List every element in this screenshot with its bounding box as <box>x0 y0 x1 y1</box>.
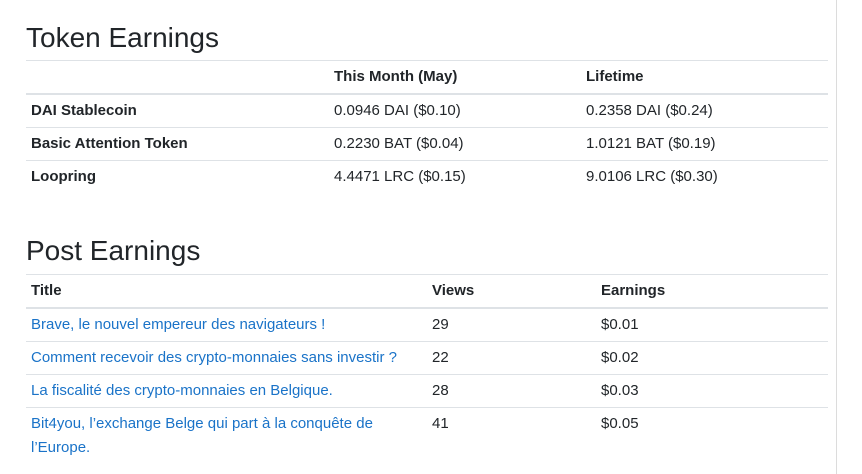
token-name: Basic Attention Token <box>26 127 329 161</box>
post-earnings: $0.03 <box>596 374 828 408</box>
month-earnings: 4.4471 LRC ($0.15) <box>329 160 581 193</box>
post-views: 28 <box>427 374 596 408</box>
post-title-cell: Brave, le nouvel empereur des navigateur… <box>26 308 427 342</box>
month-earnings: 0.0946 DAI ($0.10) <box>334 102 461 119</box>
post-link[interactable]: Brave, le nouvel empereur des navigateur… <box>31 316 325 333</box>
column-header-lifetime: Lifetime <box>581 60 828 95</box>
column-header-earnings: Earnings <box>596 274 828 309</box>
post-earnings: $0.02 <box>596 341 828 375</box>
post-earnings: $0.05 <box>596 407 828 464</box>
lifetime-earnings: 0.2358 DAI ($0.24) <box>586 102 713 119</box>
column-header-token <box>26 60 329 95</box>
table-header-row: Title Views Earnings <box>26 274 828 309</box>
post-views: 22 <box>427 341 596 375</box>
table-row: Comment recevoir des crypto-monnaies san… <box>26 341 828 375</box>
post-link[interactable]: La fiscalité des crypto-monnaies en Belg… <box>31 382 333 399</box>
column-header-title: Title <box>26 274 427 309</box>
post-earnings-heading: Post Earnings <box>26 235 201 266</box>
post-earnings-table: Title Views Earnings Brave, le nouvel em… <box>26 274 828 464</box>
token-earnings-table: This Month (May) Lifetime DAI Stablecoin… <box>26 60 828 193</box>
column-header-this-month: This Month (May) <box>329 60 581 95</box>
table-row: Loopring 4.4471 LRC ($0.15) 9.0106 LRC (… <box>26 160 828 193</box>
post-title-cell: Comment recevoir des crypto-monnaies san… <box>26 341 427 375</box>
token-earnings-heading: Token Earnings <box>26 22 220 53</box>
token-name: DAI Stablecoin <box>31 102 137 119</box>
table-header-row: This Month (May) Lifetime <box>26 60 828 95</box>
token-name: Loopring <box>26 160 329 193</box>
scrollbar-track[interactable] <box>836 0 837 474</box>
table-row: DAI Stablecoin 0.0946 DAI ($0.10) 0.2358… <box>26 94 828 128</box>
lifetime-earnings: 9.0106 LRC ($0.30) <box>581 160 828 193</box>
lifetime-earnings: 1.0121 BAT ($0.19) <box>581 127 828 161</box>
column-header-views: Views <box>427 274 596 309</box>
post-views: 41 <box>427 407 596 464</box>
table-row: Basic Attention Token 0.2230 BAT ($0.04)… <box>26 127 828 161</box>
post-title-cell: Bit4you, l’exchange Belge qui part à la … <box>26 407 427 464</box>
month-earnings: 0.2230 BAT ($0.04) <box>329 127 581 161</box>
post-views: 29 <box>432 316 449 333</box>
post-link[interactable]: Comment recevoir des crypto-monnaies san… <box>31 349 397 366</box>
post-title-cell: La fiscalité des crypto-monnaies en Belg… <box>26 374 427 408</box>
table-row: Brave, le nouvel empereur des navigateur… <box>26 308 828 342</box>
table-row: Bit4you, l’exchange Belge qui part à la … <box>26 407 828 464</box>
table-row: La fiscalité des crypto-monnaies en Belg… <box>26 374 828 408</box>
post-earnings: $0.01 <box>601 316 639 333</box>
post-link[interactable]: Bit4you, l’exchange Belge qui part à la … <box>31 415 373 456</box>
